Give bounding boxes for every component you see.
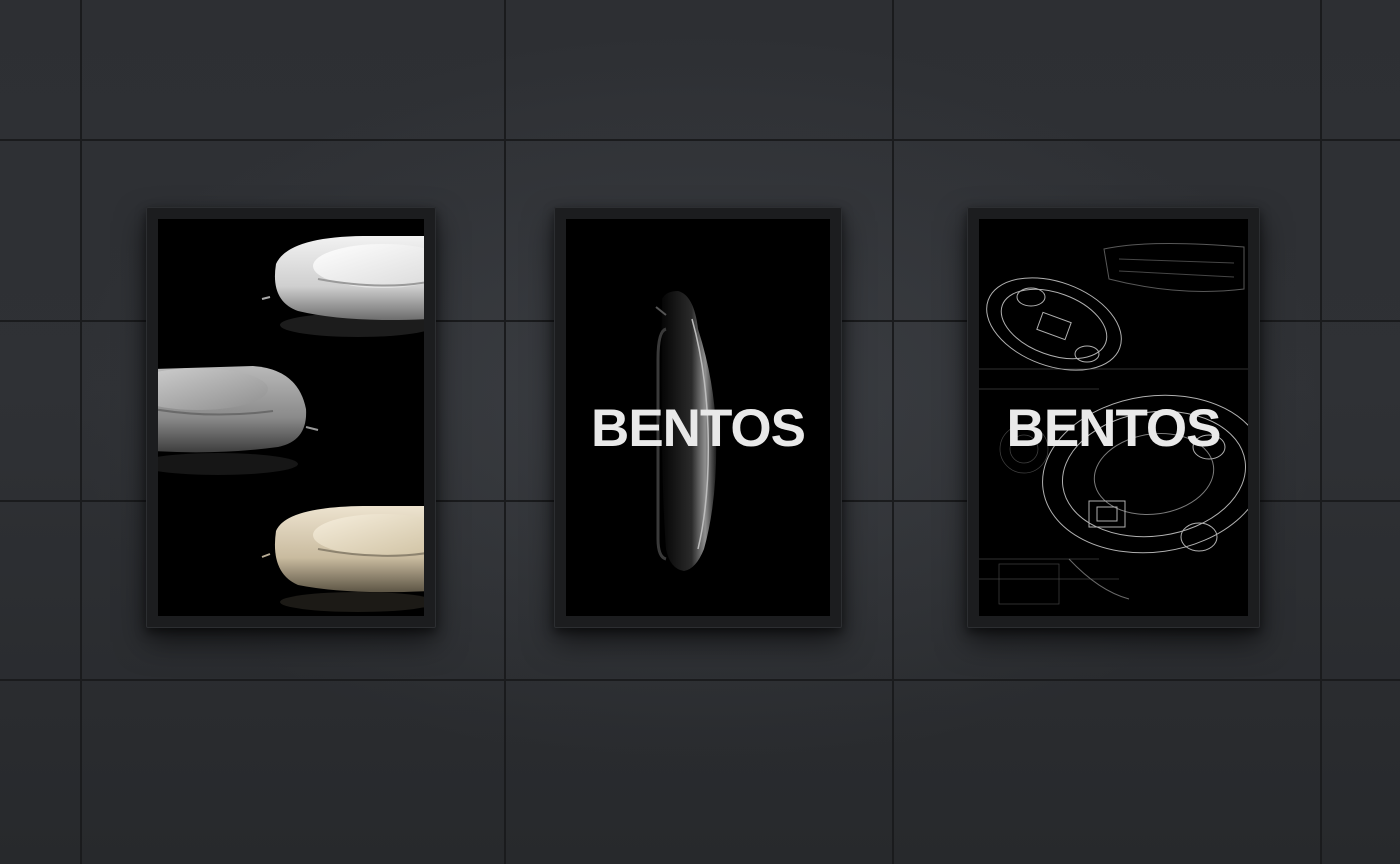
wall-seam bbox=[1320, 0, 1322, 864]
wall-seam bbox=[80, 0, 82, 864]
robot-vacuum-trio-illustration bbox=[158, 236, 424, 612]
poster-frame-product-trio bbox=[146, 207, 436, 628]
wall-seam bbox=[0, 679, 1400, 681]
poster-frame-xray: BENTOS bbox=[967, 207, 1260, 628]
poster-side-profile: BENTOS bbox=[566, 219, 830, 616]
poster-product-trio bbox=[158, 219, 424, 616]
brand-wordmark: BENTOS bbox=[591, 399, 806, 458]
wall-seam bbox=[0, 139, 1400, 141]
wall-seam bbox=[892, 0, 894, 864]
poster-xray-wireframe: BENTOS bbox=[979, 219, 1248, 616]
wall-seam bbox=[504, 0, 506, 864]
wall-scene: BENTOS BENTOS bbox=[0, 0, 1400, 864]
poster-frame-side-profile: BENTOS bbox=[554, 207, 842, 628]
brand-wordmark: BENTOS bbox=[1006, 399, 1222, 458]
